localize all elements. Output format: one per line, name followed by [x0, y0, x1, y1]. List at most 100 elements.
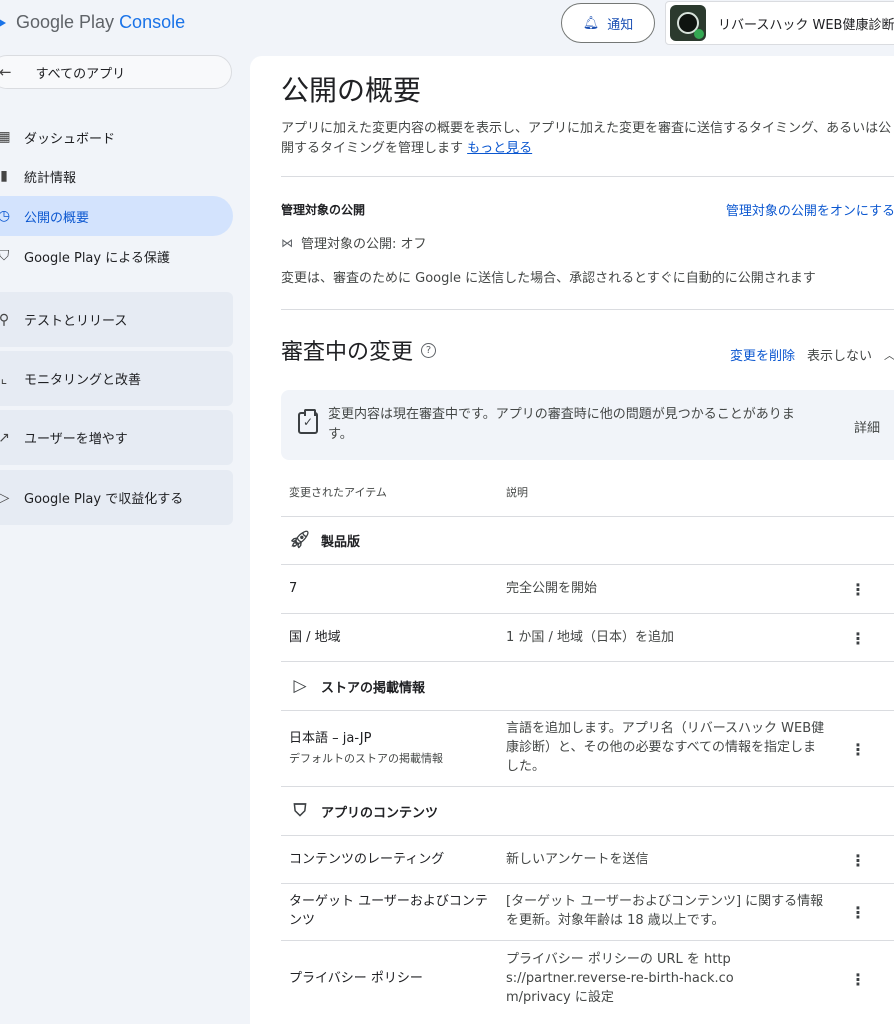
rocket-icon: ⚲	[0, 311, 10, 328]
app-name: リバースハック WEB健康診断	[718, 17, 894, 33]
in-review-banner: 変更内容は現在審査中です。アプリの審査時に他の問題が見つかることがあります。 詳…	[281, 390, 894, 460]
bell-icon: 🔔︎	[582, 15, 600, 31]
bar-chart-icon: ▮	[0, 168, 8, 184]
dashboard-icon: ▦	[0, 129, 11, 145]
sidebar-group-label: ユーザーを増やす	[24, 432, 128, 447]
more-vert-icon[interactable]: ⋮	[846, 577, 870, 601]
sidebar: ← すべてのアプリ ▦ ダッシュボード ▮ 統計情報 ◷ 公開の概要 ⛉ Goo…	[0, 48, 246, 1024]
group-title: 製品版	[321, 534, 361, 550]
row-item: 国 / 地域	[289, 630, 341, 645]
sidebar-group-label: モニタリングと改善	[24, 373, 142, 388]
divider	[281, 176, 894, 177]
table-row: 日本語 – ja-JP デフォルトのストアの掲載情報 言語を追加します。アプリ名…	[281, 710, 894, 786]
google-play-console-logo[interactable]: Google Play Console	[0, 12, 185, 33]
enable-managed-publishing-link[interactable]: 管理対象の公開をオンにする	[726, 200, 894, 219]
notifications-button[interactable]: 🔔︎ 通知	[561, 3, 655, 43]
sidebar-item-label: 公開の概要	[24, 210, 90, 226]
sidebar-item-statistics[interactable]: ▮ 統計情報	[0, 156, 233, 196]
sidebar-group-grow-users[interactable]: ↗ ユーザーを増やす	[0, 410, 233, 465]
sidebar-group-monetize[interactable]: ▷ Google Play で収益化する	[0, 470, 233, 525]
row-description: 言語を追加します。アプリ名（リバースハック WEB健康診断）と、その他の必要なす…	[506, 721, 825, 774]
row-item-subtitle: デフォルトのストアの掲載情報	[289, 752, 443, 765]
page-description-text: アプリに加えた変更内容の概要を表示し、アプリに加えた変更を審査に送信するタイミン…	[281, 121, 892, 156]
row-item-with-subtitle: 日本語 – ja-JP デフォルトのストアの掲載情報	[289, 729, 443, 768]
table-row: ターゲット ユーザーおよびコンテンツ [ターゲット ユーザーおよびコンテンツ] …	[281, 883, 894, 940]
in-review-title: 審査中の変更	[281, 340, 414, 365]
managed-status-text: 管理対象の公開: オフ	[301, 237, 427, 252]
publish-off-icon: ⋈	[281, 235, 293, 250]
banner-details-button[interactable]: 詳細	[854, 417, 880, 436]
group-label: ▷ ストアの掲載情報	[289, 676, 425, 696]
back-arrow-icon: ←	[0, 63, 12, 81]
sidebar-item-play-protect[interactable]: ⛉ Google Play による保護	[0, 236, 233, 276]
sidebar-item-publishing-overview[interactable]: ◷ 公開の概要	[0, 196, 233, 236]
top-bar: Google Play Console 🔔︎ 通知 リバースハック WEB健康診…	[0, 0, 894, 48]
in-review-heading: 審査中の変更 ?	[281, 334, 437, 366]
group-label: ⛉ アプリのコンテンツ	[289, 801, 438, 821]
page-description: アプリに加えた変更内容の概要を表示し、アプリに加えた変更を審査に送信するタイミン…	[281, 119, 893, 159]
row-item: コンテンツのレーティング	[289, 852, 445, 867]
all-apps-button[interactable]: ← すべてのアプリ	[0, 55, 232, 89]
group-row-production: 🚀︎ 製品版	[281, 516, 894, 564]
notifications-label: 通知	[607, 17, 634, 33]
logo-product: Console	[119, 12, 186, 32]
table-row: 国 / 地域 1 か国 / 地域（日本）を追加 ⋮	[281, 613, 894, 661]
more-vert-icon[interactable]: ⋮	[846, 848, 870, 872]
table-row: 7 完全公開を開始 ⋮	[281, 564, 894, 613]
table-row: プライバシー ポリシー プライバシー ポリシーの URL を https://p…	[281, 940, 894, 1016]
column-header-item: 変更されたアイテム	[289, 486, 387, 499]
rocket-icon: 🚀︎	[289, 530, 311, 550]
row-description: プライバシー ポリシーの URL を https://partner.rever…	[506, 952, 734, 1005]
sidebar-item-dashboard[interactable]: ▦ ダッシュボード	[0, 117, 233, 157]
row-description: 完全公開を開始	[506, 581, 598, 596]
managed-publishing-note: 変更は、審査のために Google に送信した場合、承認されるとすぐに自動的に公…	[281, 271, 816, 286]
group-label: 🚀︎ 製品版	[289, 530, 360, 550]
sidebar-group-label: テストとリリース	[24, 314, 128, 329]
sidebar-item-label: ダッシュボード	[24, 131, 116, 147]
row-item: ターゲット ユーザーおよびコンテンツ	[289, 894, 488, 928]
managed-publishing-label: 管理対象の公開	[281, 203, 366, 217]
help-icon[interactable]: ?	[421, 342, 437, 358]
row-description: 1 か国 / 地域（日本）を追加	[506, 630, 675, 645]
banner-text: 変更内容は現在審査中です。アプリの審査時に他の問題が見つかることがあります。	[328, 407, 795, 442]
more-vert-icon[interactable]: ⋮	[846, 737, 870, 761]
group-row-app-content: ⛉ アプリのコンテンツ	[281, 786, 894, 835]
managed-publishing-status: ⋈ 管理対象の公開: オフ	[281, 233, 427, 253]
all-apps-label: すべてのアプリ	[35, 66, 126, 82]
more-vert-icon[interactable]: ⋮	[846, 900, 870, 924]
sidebar-group-label: Google Play で収益化する	[24, 492, 184, 507]
group-title: ストアの掲載情報	[321, 680, 426, 696]
play-outline-icon: ▷	[293, 676, 307, 696]
chevron-up-icon[interactable]: ︿	[884, 347, 894, 363]
column-header-description: 説明	[506, 486, 528, 499]
in-review-actions: 変更を削除 表示しない ︿	[730, 345, 894, 365]
learn-more-link[interactable]: もっと見る	[467, 141, 532, 156]
row-item: 7	[289, 581, 298, 596]
sidebar-group-monitoring[interactable]: ⌞ モニタリングと改善	[0, 351, 233, 406]
group-row-store-listing: ▷ ストアの掲載情報	[281, 661, 894, 710]
app-selector[interactable]: リバースハック WEB健康診断	[665, 1, 894, 45]
page-title: 公開の概要	[281, 74, 422, 107]
divider	[281, 309, 894, 310]
row-description: 新しいアンケートを送信	[506, 852, 649, 867]
row-item: プライバシー ポリシー	[289, 971, 423, 986]
logo-brand: Google Play	[16, 12, 115, 32]
clipboard-check-icon	[298, 409, 318, 434]
sidebar-item-label: 統計情報	[24, 170, 77, 186]
more-vert-icon[interactable]: ⋮	[846, 626, 870, 650]
shield-check-icon: ⛉	[293, 801, 307, 821]
row-item: 日本語 – ja-JP	[289, 731, 372, 746]
play-icon: ▷	[0, 489, 10, 506]
app-icon	[670, 5, 706, 41]
trend-icon: ⌞	[0, 370, 8, 387]
table-row: コンテンツのレーティング 新しいアンケートを送信 ⋮	[281, 835, 894, 883]
shield-icon: ⛉	[0, 248, 10, 264]
play-logo-icon	[0, 15, 6, 30]
publishing-icon: ◷	[0, 208, 11, 224]
row-description: [ターゲット ユーザーおよびコンテンツ] に関する情報を更新。対象年齢は 18 …	[506, 894, 824, 928]
delete-changes-button[interactable]: 変更を削除	[730, 345, 795, 364]
hide-button[interactable]: 表示しない	[807, 345, 872, 364]
sidebar-group-test-release[interactable]: ⚲ テストとリリース	[0, 292, 233, 347]
group-title: アプリのコンテンツ	[321, 805, 439, 821]
more-vert-icon[interactable]: ⋮	[846, 967, 870, 991]
